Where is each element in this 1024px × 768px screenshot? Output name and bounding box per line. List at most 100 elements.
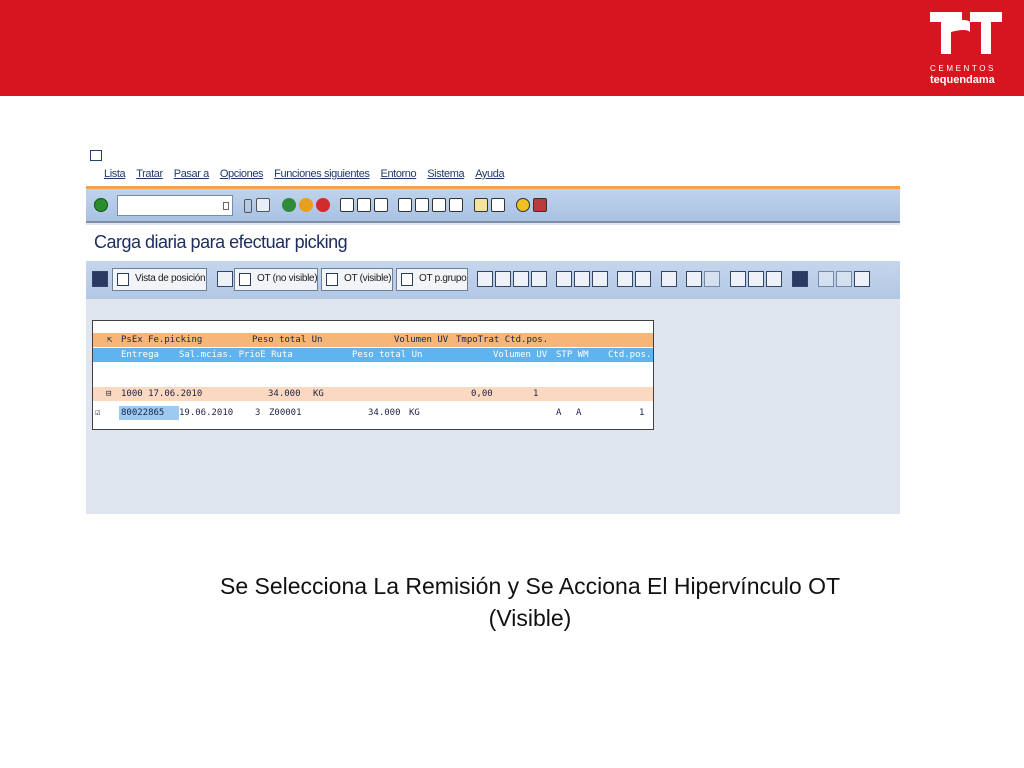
subtotal-icon: [704, 271, 720, 287]
refresh-icon[interactable]: [92, 271, 108, 287]
change-layout-icon[interactable]: [730, 271, 746, 287]
row1-un: KG: [313, 389, 324, 399]
header-row-1: ⇱ PsEx Fe.picking Peso total Un Volumen …: [93, 333, 653, 347]
save-icon[interactable]: [256, 198, 270, 212]
table-row-date[interactable]: ⊟ 1000 17.06.2010 34.000 KG 0,00 1: [93, 387, 653, 401]
find-icon[interactable]: [357, 198, 371, 212]
menu-funciones-siguientes[interactable]: Funciones siguientes: [274, 168, 370, 186]
exit-icon[interactable]: [299, 198, 313, 212]
row2-un: KG: [409, 408, 420, 418]
collapse-icon: [836, 271, 852, 287]
header1-col1: PsEx Fe.picking: [121, 335, 203, 345]
row2-fecha: 19.06.2010: [179, 408, 234, 418]
row2-stp: A: [556, 408, 562, 418]
window-menu-icon[interactable]: [90, 150, 102, 161]
menu-items: Lista Tratar Pasar a Opciones Funciones …: [104, 168, 515, 186]
table-row-delivery[interactable]: ☑ 80022865 19.06.2010 3 Z00001 34.000 KG…: [93, 406, 653, 420]
first-record-icon[interactable]: [477, 271, 493, 287]
find-next-icon[interactable]: [374, 198, 388, 212]
shortcut-icon[interactable]: [491, 198, 505, 212]
ot-visible-button[interactable]: OT (visible): [321, 268, 393, 291]
system-toolbar: [86, 189, 900, 223]
enter-check-icon[interactable]: [94, 198, 108, 212]
logo-name: tequendama: [930, 74, 995, 86]
position-view-icon: [117, 273, 129, 286]
sort-ascending-icon[interactable]: [574, 271, 590, 287]
sum-icon[interactable]: [686, 271, 702, 287]
filter-icon[interactable]: [635, 271, 651, 287]
new-session-icon[interactable]: [474, 198, 488, 212]
sort-descending-icon[interactable]: [592, 271, 608, 287]
last-page-icon[interactable]: [449, 198, 463, 212]
row1-ctd: 1: [533, 389, 539, 399]
set-filter-icon[interactable]: [661, 271, 677, 287]
row2-ruta: Z00001: [269, 408, 302, 418]
header2-col4: Volumen UV: [493, 350, 548, 360]
menu-lista[interactable]: Lista: [104, 168, 126, 186]
application-toolbar: Vista de posición OT (no visible) OT (vi…: [86, 261, 900, 299]
menu-sistema[interactable]: Sistema: [427, 168, 464, 186]
document-icon: [326, 273, 338, 286]
row1-date: 1000 17.06.2010: [121, 389, 203, 399]
next-record-icon[interactable]: [513, 271, 529, 287]
previous-page-icon[interactable]: [415, 198, 429, 212]
logo-subtitle: CEMENTOS: [930, 64, 996, 73]
row1-peso: 34.000: [268, 389, 301, 399]
header2-col6: Ctd.pos.: [608, 350, 652, 360]
cementos-tequendama-logo: CEMENTOS tequendama: [930, 12, 1002, 90]
page-title: Carga diaria para efectuar picking: [94, 232, 348, 252]
header-bar: CEMENTOS tequendama: [0, 0, 1024, 96]
layout-menu-icon[interactable]: [533, 198, 547, 212]
save-layout-icon[interactable]: [766, 271, 782, 287]
last-record-icon[interactable]: [531, 271, 547, 287]
menu-entorno[interactable]: Entorno: [381, 168, 417, 186]
command-dropdown-icon[interactable]: [223, 202, 229, 210]
header2-col5: STP WM: [556, 350, 589, 360]
tree-icon[interactable]: ⇱: [107, 333, 112, 347]
sap-screenshot: Lista Tratar Pasar a Opciones Funciones …: [86, 148, 900, 514]
cancel-icon[interactable]: [316, 198, 330, 212]
document-icon: [401, 273, 413, 286]
row2-peso: 34.000: [368, 408, 401, 418]
ot-no-visible-button[interactable]: OT (no visible): [234, 268, 318, 291]
menu-pasar-a[interactable]: Pasar a: [174, 168, 210, 186]
info-icon[interactable]: [792, 271, 808, 287]
print-icon[interactable]: [340, 198, 354, 212]
logo-mark-icon: [930, 12, 1002, 54]
row2-prio: 3: [255, 408, 261, 418]
ot-visible-label: OT (visible): [344, 273, 392, 284]
menu-opciones[interactable]: Opciones: [220, 168, 264, 186]
command-field[interactable]: [117, 195, 233, 216]
menu-bar: Lista Tratar Pasar a Opciones Funciones …: [86, 148, 900, 188]
export-icon[interactable]: [854, 271, 870, 287]
header1-col4: TmpoTrat Ctd.pos.: [456, 335, 549, 345]
help-icon[interactable]: [516, 198, 530, 212]
header2-col2: Sal.mcías. PrioE Ruta: [179, 350, 293, 360]
find-record-icon[interactable]: [617, 271, 633, 287]
menu-tratar[interactable]: Tratar: [136, 168, 163, 186]
previous-record-icon[interactable]: [495, 271, 511, 287]
first-page-icon[interactable]: [398, 198, 412, 212]
document-icon: [239, 273, 251, 286]
back-arrow-icon[interactable]: [244, 199, 252, 213]
back-icon[interactable]: [282, 198, 296, 212]
menu-ayuda[interactable]: Ayuda: [475, 168, 504, 186]
caption-line-1: Se Selecciona La Remisión y Se Acciona E…: [219, 573, 841, 599]
details-icon[interactable]: [556, 271, 572, 287]
expand-icon: [818, 271, 834, 287]
vista-posicion-button[interactable]: Vista de posición: [112, 268, 207, 291]
slide-caption: Se Selecciona La Remisión y Se Acciona E…: [110, 570, 950, 634]
collapse-node-icon[interactable]: ⊟: [106, 387, 111, 401]
ot-grupo-button[interactable]: OT p.grupo: [396, 268, 468, 291]
header2-col1: Entrega: [121, 350, 159, 360]
header1-col2: Peso total Un: [252, 335, 323, 345]
caption-line-2: (Visible): [488, 605, 572, 631]
next-page-icon[interactable]: [432, 198, 446, 212]
row-select-checkbox[interactable]: ☑: [95, 406, 100, 420]
edit-pencil-icon[interactable]: [217, 271, 233, 287]
select-layout-icon[interactable]: [748, 271, 764, 287]
delivery-number[interactable]: 80022865: [119, 406, 179, 420]
row2-wm: A: [576, 408, 582, 418]
header2-col3: Peso total Un: [352, 350, 423, 360]
vista-posicion-label: Vista de posición: [135, 273, 206, 284]
